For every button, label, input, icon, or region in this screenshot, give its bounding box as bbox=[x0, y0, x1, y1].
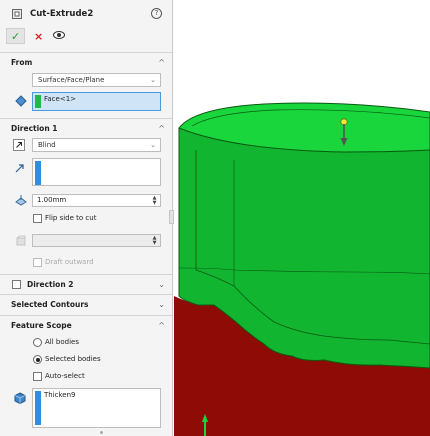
end-condition-dropdown[interactable]: Blind ⌄ bbox=[32, 138, 161, 152]
feature-title-row: Cut-Extrude2 ? bbox=[0, 0, 172, 28]
flip-side-label: Flip side to cut bbox=[45, 214, 97, 222]
section-contours-title: Selected Contours bbox=[11, 300, 89, 309]
end-condition-value: Blind bbox=[38, 141, 56, 149]
section-direction1-header[interactable]: Direction 1 ^ bbox=[0, 121, 172, 137]
chevron-down-icon: ⌄ bbox=[150, 76, 156, 84]
chevron-down-icon: ⌄ bbox=[150, 141, 156, 149]
draft-spinner: ▲ ▼ bbox=[150, 236, 159, 245]
bodies-selection-box[interactable]: Thicken9 bbox=[32, 388, 161, 428]
chevron-up-icon[interactable]: ^ bbox=[158, 318, 165, 334]
section-contours-header[interactable]: Selected Contours ⌄ bbox=[0, 297, 172, 313]
chevron-up-icon[interactable]: ^ bbox=[158, 55, 165, 71]
divider bbox=[0, 274, 172, 275]
radio-selected-dot bbox=[35, 357, 40, 362]
auto-select-checkbox[interactable] bbox=[33, 372, 42, 381]
spin-down-icon[interactable]: ▼ bbox=[150, 200, 159, 206]
draft-icon bbox=[16, 235, 26, 246]
draft-outward-checkbox bbox=[33, 258, 42, 267]
all-bodies-radio[interactable] bbox=[33, 338, 42, 347]
depth-value: 1.00mm bbox=[37, 196, 67, 204]
section-from-title: From bbox=[11, 58, 33, 67]
divider bbox=[0, 118, 172, 119]
chevron-up-icon[interactable]: ^ bbox=[158, 121, 165, 137]
auto-select-label: Auto-select bbox=[45, 372, 85, 380]
from-type-value: Surface/Face/Plane bbox=[38, 76, 105, 84]
chevron-down-icon[interactable]: ⌄ bbox=[158, 277, 165, 293]
depth-icon bbox=[15, 195, 27, 206]
preview-eye-icon[interactable] bbox=[53, 30, 65, 40]
draft-angle-input: ▲ ▼ bbox=[32, 234, 161, 247]
chevron-down-icon[interactable]: ⌄ bbox=[158, 297, 165, 313]
section-direction2-title: Direction 2 bbox=[27, 280, 74, 289]
from-face-icon bbox=[15, 95, 27, 107]
section-direction2-header[interactable]: Direction 2 ⌄ bbox=[0, 277, 172, 293]
model-render[interactable] bbox=[174, 0, 430, 436]
body-list-item[interactable]: Thicken9 bbox=[44, 391, 76, 399]
help-icon[interactable]: ? bbox=[151, 8, 162, 19]
ok-icon[interactable]: ✓ bbox=[11, 30, 20, 43]
divider bbox=[0, 315, 172, 316]
spin-down-icon: ▼ bbox=[152, 239, 157, 246]
solid-body-icon bbox=[14, 392, 26, 404]
from-selection-box[interactable]: Face<1> bbox=[32, 92, 161, 111]
direction-selection-box[interactable] bbox=[32, 158, 161, 186]
feature-title: Cut-Extrude2 bbox=[30, 9, 94, 19]
from-type-dropdown[interactable]: Surface/Face/Plane ⌄ bbox=[32, 73, 161, 87]
selected-bodies-label: Selected bodies bbox=[45, 355, 101, 363]
direction2-checkbox[interactable] bbox=[12, 280, 21, 289]
section-scope-header[interactable]: Feature Scope ^ bbox=[0, 318, 172, 334]
all-bodies-label: All bodies bbox=[45, 338, 79, 346]
from-selection-item[interactable]: Face<1> bbox=[44, 95, 76, 103]
property-manager: Cut-Extrude2 ? ✓ × From ^ Surface/Face/P… bbox=[0, 0, 173, 436]
section-from-header[interactable]: From ^ bbox=[0, 55, 172, 71]
selection-color-swatch bbox=[35, 391, 41, 425]
cancel-icon[interactable]: × bbox=[34, 30, 43, 43]
cut-extrude-icon bbox=[12, 9, 22, 19]
resize-grip[interactable] bbox=[100, 431, 103, 434]
section-direction1-title: Direction 1 bbox=[11, 124, 58, 133]
graphics-viewport[interactable] bbox=[174, 0, 430, 436]
depth-spinner[interactable]: ▲ ▼ bbox=[150, 196, 159, 205]
section-scope-title: Feature Scope bbox=[11, 321, 72, 330]
selection-color-swatch bbox=[35, 95, 41, 108]
selected-bodies-radio[interactable] bbox=[33, 355, 42, 364]
depth-input[interactable]: 1.00mm ▲ ▼ bbox=[32, 194, 161, 207]
divider bbox=[0, 52, 172, 53]
draft-outward-label: Draft outward bbox=[45, 258, 94, 266]
divider bbox=[0, 294, 172, 295]
flip-side-checkbox[interactable] bbox=[33, 214, 42, 223]
direction-vector-icon bbox=[15, 164, 24, 173]
selection-color-swatch bbox=[35, 161, 41, 185]
reverse-direction-icon[interactable] bbox=[13, 139, 25, 151]
